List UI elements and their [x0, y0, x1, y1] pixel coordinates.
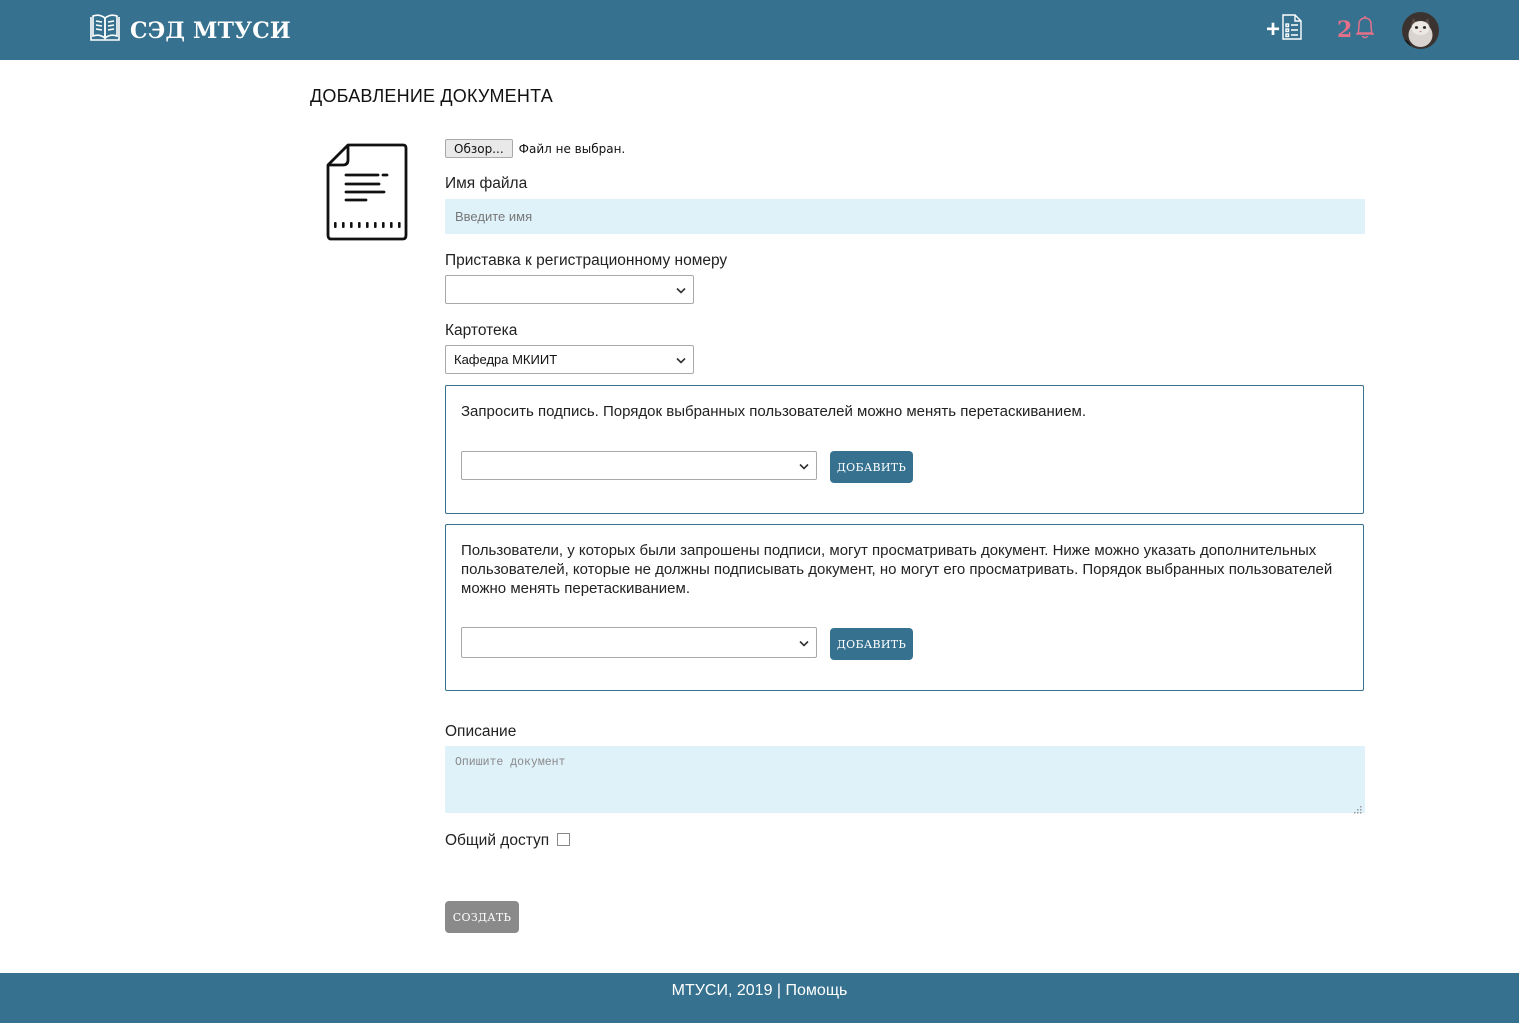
- footer: МТУСИ, 2019 | Помощь: [0, 973, 1519, 1023]
- create-button[interactable]: СОЗДАТЬ: [445, 901, 519, 933]
- add-signer-button[interactable]: ДОБАВИТЬ: [830, 451, 913, 483]
- file-status-text: Файл не выбран.: [518, 141, 626, 156]
- request-signature-panel: Запросить подпись. Порядок выбранных пол…: [445, 385, 1364, 514]
- resize-grip-icon[interactable]: [1352, 801, 1362, 819]
- request-signature-text: Запросить подпись. Порядок выбранных пол…: [461, 403, 1087, 420]
- prefix-select[interactable]: [445, 275, 694, 304]
- footer-copyright: МТУСИ, 2019: [671, 982, 773, 999]
- viewers-panel: Пользователи, у которых были запрошены п…: [445, 524, 1364, 691]
- description-label: Описание: [445, 723, 517, 740]
- card-index-select[interactable]: Кафедра МКИИТ: [445, 345, 694, 374]
- brand-title: СЭД МТУСИ: [130, 17, 291, 44]
- chevron-down-icon: [799, 635, 809, 650]
- chevron-down-icon: [676, 282, 686, 297]
- avatar[interactable]: [1402, 12, 1439, 49]
- browse-button[interactable]: Обзор...: [445, 139, 513, 158]
- filename-input[interactable]: [445, 199, 1365, 234]
- chevron-down-icon: [799, 458, 809, 473]
- card-index-label: Картотека: [445, 322, 518, 339]
- viewers-text: Пользователи, у которых были запрошены п…: [461, 542, 1333, 597]
- plus-icon: +: [1266, 15, 1281, 43]
- filename-label: Имя файла: [445, 175, 528, 192]
- file-chooser: Обзор... Файл не выбран.: [445, 139, 625, 158]
- viewer-select[interactable]: [461, 627, 817, 658]
- signer-select[interactable]: [461, 451, 817, 480]
- card-index-select-value: Кафедра МКИИТ: [454, 352, 558, 367]
- document-icon: [326, 142, 408, 247]
- notification-count-badge: 2: [1337, 16, 1353, 43]
- page-title: ДОБАВЛЕНИЕ ДОКУМЕНТА: [310, 86, 553, 106]
- notifications-button[interactable]: 2: [1337, 14, 1376, 45]
- footer-separator: |: [776, 982, 782, 999]
- description-textarea[interactable]: [445, 746, 1365, 813]
- shared-access-checkbox[interactable]: [557, 832, 571, 846]
- bell-icon: [1354, 14, 1376, 45]
- shared-access-row: Общий доступ: [445, 832, 571, 850]
- document-list-icon: [1282, 14, 1302, 45]
- book-icon: [89, 13, 121, 48]
- help-link[interactable]: Помощь: [786, 982, 848, 999]
- brand-logo[interactable]: СЭД МТУСИ: [89, 13, 291, 48]
- add-document-button[interactable]: +: [1266, 14, 1302, 45]
- chevron-down-icon: [676, 352, 686, 367]
- prefix-label: Приставка к регистрационному номеру: [445, 252, 728, 269]
- add-viewer-button[interactable]: ДОБАВИТЬ: [830, 628, 913, 660]
- shared-access-label: Общий доступ: [445, 832, 550, 849]
- top-bar: СЭД МТУСИ + 2: [0, 0, 1519, 60]
